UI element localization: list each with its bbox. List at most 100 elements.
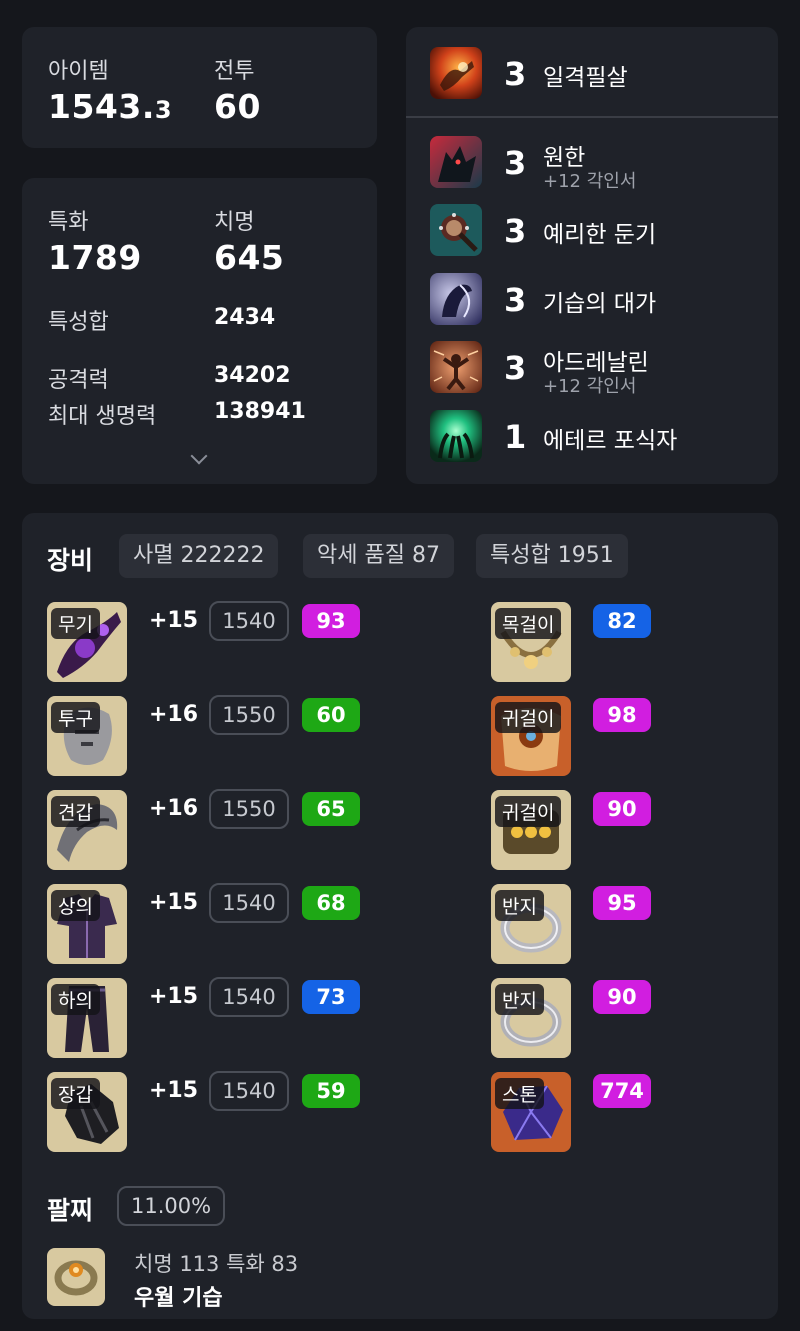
total-stat-label: 특성합 <box>48 310 109 335</box>
earring-icon: 귀걸이 <box>491 790 571 870</box>
slot-tag: 하의 <box>51 984 100 1015</box>
quality-badge: 93 <box>302 604 360 638</box>
engraving-ambush-icon <box>430 273 482 325</box>
ring-icon: 반지 <box>491 884 571 964</box>
engraving-level: 3 <box>504 349 527 387</box>
spec-value: 1789 <box>48 238 142 277</box>
engravings-divider <box>406 116 778 118</box>
set-chip: 사멸 222222 <box>119 534 279 578</box>
engraving-row[interactable]: 3 기습의 대가 <box>430 273 770 327</box>
helmet-icon: 투구 <box>47 696 127 776</box>
quality-badge: 73 <box>302 980 360 1014</box>
stats-card: 특화 1789 치명 645 특성합 2434 공격력 34202 최대 생명력… <box>22 178 377 484</box>
slot-tag: 귀걸이 <box>495 796 562 827</box>
engraving-ether-icon <box>430 410 482 462</box>
quality-badge: 90 <box>593 792 651 826</box>
item-level-label: 아이템 <box>48 59 109 84</box>
engraving-level: 3 <box>504 144 527 182</box>
engraving-row[interactable]: 3 일격필살 <box>430 47 770 101</box>
bracelet-icon[interactable] <box>47 1248 105 1306</box>
engraving-row[interactable]: 3 예리한 둔기 <box>430 204 770 258</box>
engraving-mace-icon <box>430 204 482 256</box>
engraving-level: 3 <box>504 212 527 250</box>
pants-icon: 하의 <box>47 978 127 1058</box>
upgrade-level: +16 <box>149 796 199 821</box>
crit-label: 치명 <box>214 210 255 235</box>
engraving-row[interactable]: 3 원한 +12 각인서 <box>430 136 770 192</box>
slot-tag: 견갑 <box>51 796 100 827</box>
engraving-name: 기습의 대가 <box>543 291 657 317</box>
engraving-row[interactable]: 3 아드레날린 +12 각인서 <box>430 341 770 397</box>
bracelet-percent: 11.00% <box>117 1186 226 1226</box>
accessory-quality-chip: 악세 품질 87 <box>303 534 454 578</box>
bracelet-title: 팔찌 <box>47 1196 94 1225</box>
hp-label: 최대 생명력 <box>48 404 157 429</box>
engraving-level: 1 <box>504 418 527 456</box>
item-level-box: 1550 <box>209 789 289 829</box>
engraving-level: 3 <box>504 281 527 319</box>
equipment-title: 장비 <box>47 546 94 575</box>
shoulder-icon: 견갑 <box>47 790 127 870</box>
slot-tag: 투구 <box>51 702 100 733</box>
engraving-name: 에테르 포식자 <box>543 428 678 454</box>
item-level-card: 아이템 1543.3 전투 60 <box>22 27 377 148</box>
quality-badge: 774 <box>593 1074 651 1108</box>
item-level-box: 1540 <box>209 883 289 923</box>
slot-tag: 반지 <box>495 890 544 921</box>
upgrade-level: +15 <box>149 608 199 633</box>
chest-icon: 상의 <box>47 884 127 964</box>
attack-value: 34202 <box>214 363 291 388</box>
slot-tag: 반지 <box>495 984 544 1015</box>
engraving-book-note: +12 각인서 <box>543 171 637 192</box>
slot-tag: 귀걸이 <box>495 702 562 733</box>
item-level-main: 1543. <box>48 87 155 126</box>
item-level-box: 1540 <box>209 601 289 641</box>
slot-tag: 무기 <box>51 608 100 639</box>
quality-badge: 90 <box>593 980 651 1014</box>
upgrade-level: +15 <box>149 890 199 915</box>
hp-value: 138941 <box>214 399 306 424</box>
bracelet-effects: 우월 기습 <box>134 1286 223 1311</box>
engraving-row[interactable]: 1 에테르 포식자 <box>430 410 770 464</box>
engraving-name: 일격필살 <box>543 65 628 91</box>
crit-value: 645 <box>214 238 285 277</box>
quality-badge: 65 <box>302 792 360 826</box>
combat-level-value: 60 <box>214 87 261 126</box>
accessory-stat-chip: 특성합 1951 <box>476 534 628 578</box>
quality-badge: 59 <box>302 1074 360 1108</box>
item-level-fraction: 3 <box>154 96 173 124</box>
ring-icon: 반지 <box>491 978 571 1058</box>
engraving-book-note: +12 각인서 <box>543 376 637 397</box>
spec-label: 특화 <box>48 210 89 235</box>
gloves-icon: 장갑 <box>47 1072 127 1152</box>
item-level-box: 1540 <box>209 1071 289 1111</box>
upgrade-level: +15 <box>149 984 199 1009</box>
item-level-box: 1550 <box>209 695 289 735</box>
quality-badge: 60 <box>302 698 360 732</box>
equipment-card: 장비 사멸 222222 악세 품질 87 특성합 1951 무기 +15 15… <box>22 513 778 1319</box>
engravings-card: 3 일격필살 3 원한 +12 각인서 3 예리한 둔기 3 기습의 대가 3 … <box>406 27 778 484</box>
slot-tag: 스톤 <box>495 1078 544 1109</box>
quality-badge: 98 <box>593 698 651 732</box>
upgrade-level: +16 <box>149 702 199 727</box>
total-stat-value: 2434 <box>214 305 276 330</box>
slot-tag: 목걸이 <box>495 608 562 639</box>
engraving-adrenaline-icon <box>430 341 482 393</box>
stone-icon: 스톤 <box>491 1072 571 1152</box>
quality-badge: 82 <box>593 604 651 638</box>
item-level-box: 1540 <box>209 977 289 1017</box>
attack-label: 공격력 <box>48 368 109 393</box>
combat-level-label: 전투 <box>214 59 255 84</box>
item-level-value: 1543.3 <box>48 87 172 126</box>
bracelet-stats: 치명 113 특화 83 <box>134 1252 299 1276</box>
engraving-wolf-icon <box>430 136 482 188</box>
quality-badge: 95 <box>593 886 651 920</box>
quality-badge: 68 <box>302 886 360 920</box>
expand-chevron-icon[interactable] <box>190 447 208 465</box>
earring-icon: 귀걸이 <box>491 696 571 776</box>
weapon-icon: 무기 <box>47 602 127 682</box>
engraving-name: 예리한 둔기 <box>543 222 657 248</box>
engraving-level: 3 <box>504 55 527 93</box>
engraving-fist-icon <box>430 47 482 99</box>
slot-tag: 장갑 <box>51 1078 100 1109</box>
